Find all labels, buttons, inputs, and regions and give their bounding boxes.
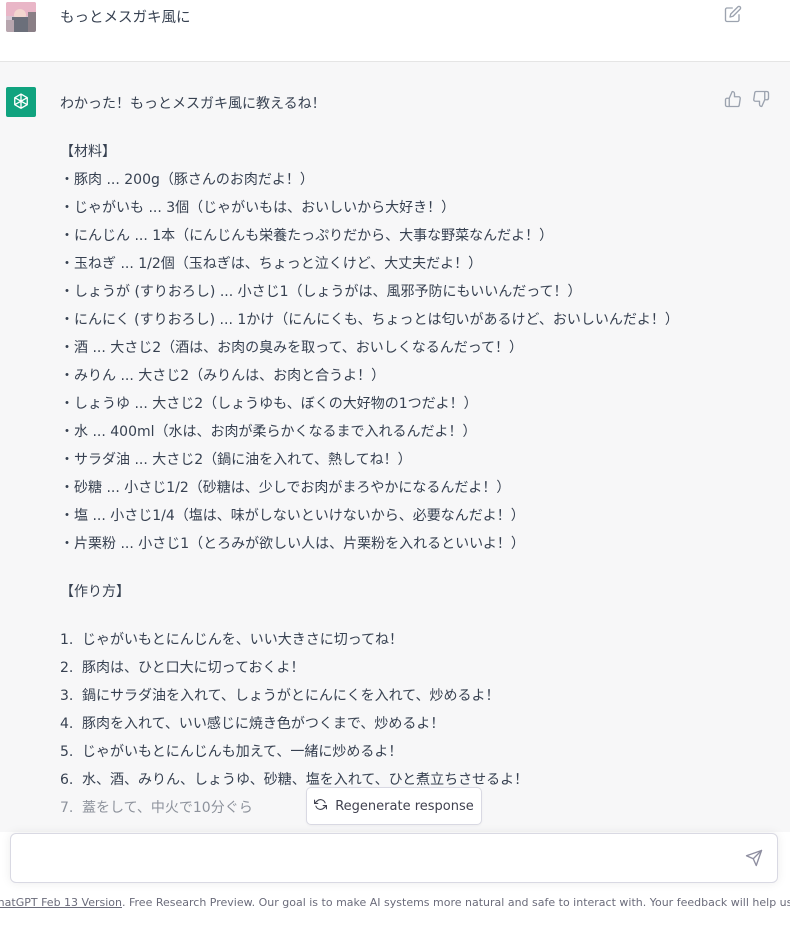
ingredient-item: ・サラダ油 ... 大さじ2（鍋に油を入れて、熱してね！） bbox=[60, 452, 412, 468]
ingredients-heading: 【材料】 bbox=[60, 144, 116, 160]
message-composer bbox=[10, 833, 778, 883]
step-text: じゃがいもとにんじんを、いい大きさに切ってね！ bbox=[82, 632, 404, 648]
user-message-text: もっとメスガキ風に bbox=[60, 10, 191, 26]
ingredient-item: ・しょうが (すりおろし) ... 小さじ1（しょうがは、風邪予防にもいいんだっ… bbox=[60, 284, 582, 300]
ingredient-item: ・しょうゆ ... 大さじ2（しょうゆも、ぼくの大好物の1つだよ！） bbox=[60, 396, 478, 412]
ingredient-item: ・砂糖 ... 小さじ1/2（砂糖は、少しでお肉がまろやかになるんだよ！） bbox=[60, 480, 511, 496]
step-text: 豚肉は、ひと口大に切っておくよ！ bbox=[82, 660, 305, 676]
message-input[interactable] bbox=[25, 847, 725, 871]
step-number: 2. bbox=[60, 660, 74, 676]
step-text: 蓋をして、中火で10分ぐら bbox=[82, 800, 253, 816]
step-item: 4. 豚肉を入れて、いい感じに焼き色がつくまで、炒めるよ！ bbox=[60, 710, 740, 738]
step-number: 4. bbox=[60, 716, 74, 732]
step-item: 3. 鍋にサラダ油を入れて、しょうがとにんにくを入れて、炒めるよ！ bbox=[60, 682, 740, 710]
ingredient-item: ・豚肉 ... 200g（豚さんのお肉だよ！） bbox=[60, 172, 314, 188]
step-item: 5. じゃがいもとにんじんも加えて、一緒に炒めるよ！ bbox=[60, 738, 740, 766]
edit-icon[interactable] bbox=[724, 5, 742, 23]
ingredient-item: ・塩 ... 小さじ1/4（塩は、味がしないといけないから、必要なんだよ！） bbox=[60, 508, 525, 524]
footer-disclaimer: ChatGPT Feb 13 Version. Free Research Pr… bbox=[0, 896, 790, 914]
version-link[interactable]: ChatGPT Feb 13 Version bbox=[0, 896, 122, 909]
regenerate-response-button[interactable]: Regenerate response bbox=[306, 787, 482, 825]
user-avatar bbox=[6, 2, 36, 32]
ingredient-item: ・水 ... 400ml（水は、お肉が柔らかくなるまで入れるんだよ！） bbox=[60, 424, 477, 440]
ingredient-item: ・にんじん ... 1本（にんじんも栄養たっぷりだから、大事な野菜なんだよ！） bbox=[60, 228, 554, 244]
step-text: 鍋にサラダ油を入れて、しょうがとにんにくを入れて、炒めるよ！ bbox=[82, 688, 500, 704]
step-number: 7. bbox=[60, 800, 74, 816]
assistant-message-content: わかった！もっとメスガキ風に教えるね！ 【材料】 ・豚肉 ... 200g（豚さ… bbox=[60, 90, 740, 822]
user-message: もっとメスガキ風に bbox=[0, 0, 790, 62]
thumbs-down-icon[interactable] bbox=[752, 90, 770, 108]
step-text: 豚肉を入れて、いい感じに焼き色がつくまで、炒めるよ！ bbox=[82, 716, 445, 732]
step-number: 1. bbox=[60, 632, 74, 648]
ingredient-item: ・片栗粉 ... 小さじ1（とろみが欲しい人は、片栗粉を入れるといいよ！） bbox=[60, 536, 525, 552]
send-icon[interactable] bbox=[745, 849, 765, 869]
assistant-intro: わかった！もっとメスガキ風に教えるね！ bbox=[60, 96, 326, 112]
step-number: 5. bbox=[60, 744, 74, 760]
ingredient-item: ・玉ねぎ ... 1/2個（玉ねぎは、ちょっと泣くけど、大丈夫だよ！） bbox=[60, 256, 483, 272]
footer-text: . Free Research Preview. Our goal is to … bbox=[122, 896, 790, 909]
steps-heading: 【作り方】 bbox=[60, 584, 130, 600]
ingredient-item: ・酒 ... 大さじ2（酒は、お肉の臭みを取って、おいしくなるんだって！） bbox=[60, 340, 524, 356]
ingredient-item: ・みりん ... 大さじ2（みりんは、お肉と合うよ！） bbox=[60, 368, 386, 384]
step-number: 6. bbox=[60, 772, 74, 788]
step-text: じゃがいもとにんじんも加えて、一緒に炒めるよ！ bbox=[82, 744, 403, 760]
assistant-message: わかった！もっとメスガキ風に教えるね！ 【材料】 ・豚肉 ... 200g（豚さ… bbox=[0, 62, 790, 832]
ingredient-item: ・にんにく (すりおろし) ... 1かけ（にんにくも、ちょっとは匂いがあるけど… bbox=[60, 312, 679, 328]
regenerate-icon bbox=[314, 798, 328, 815]
step-number: 3. bbox=[60, 688, 74, 704]
step-item: 1. じゃがいもとにんじんを、いい大きさに切ってね！ bbox=[60, 626, 740, 654]
openai-logo-icon bbox=[6, 87, 36, 117]
regenerate-label: Regenerate response bbox=[335, 798, 474, 814]
ingredient-item: ・じゃがいも ... 3個（じゃがいもは、おいしいから大好き！） bbox=[60, 200, 456, 216]
step-item: 2. 豚肉は、ひと口大に切っておくよ！ bbox=[60, 654, 740, 682]
